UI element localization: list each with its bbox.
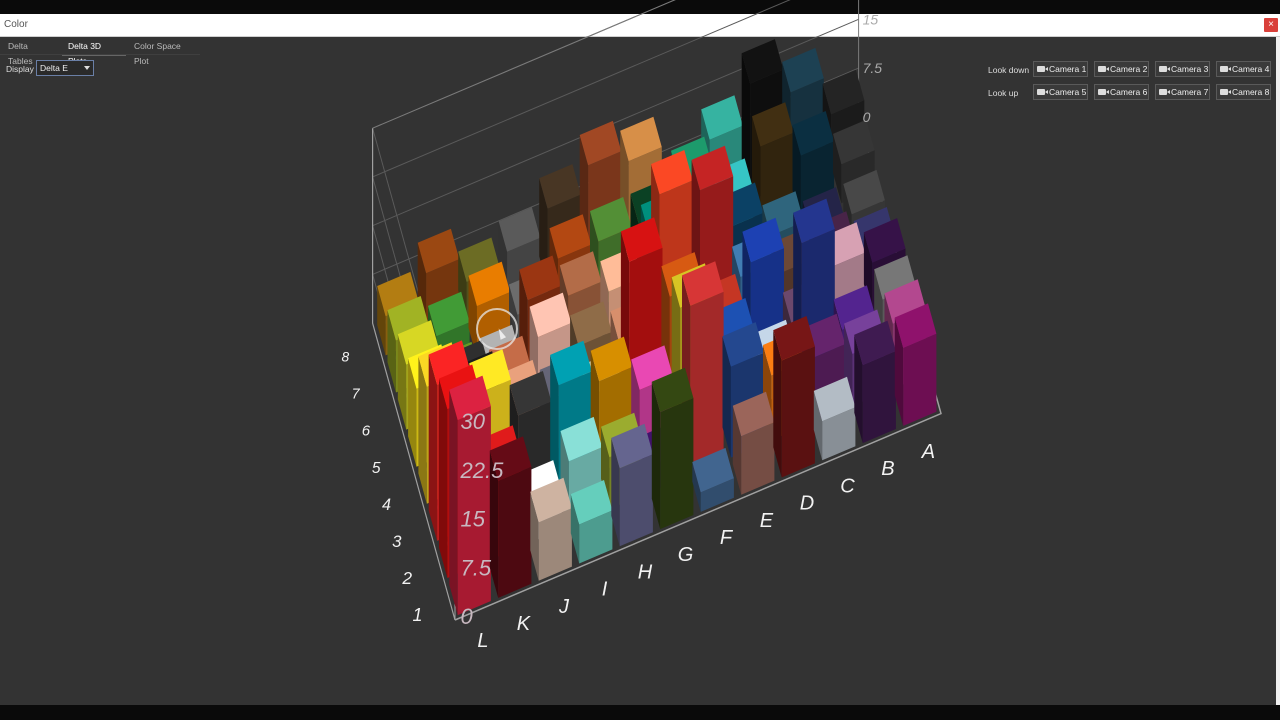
mouse-cursor (476, 308, 518, 350)
x-tick-label: I (602, 579, 608, 601)
x-tick-label: E (760, 510, 774, 532)
chart-bar[interactable] (773, 316, 815, 478)
chart-bar[interactable] (854, 320, 896, 444)
chart-bar[interactable] (611, 423, 653, 547)
bottom-strip (0, 705, 1280, 720)
x-tick-label: L (477, 630, 488, 652)
y-tick-label: 1 (412, 605, 422, 625)
chart-bar[interactable] (813, 376, 856, 461)
x-tick-label: J (558, 596, 570, 618)
bar-front (498, 466, 532, 598)
z-tick-label-back: 7.5 (863, 60, 883, 76)
y-tick-label: 7 (352, 387, 361, 403)
chart-bar[interactable] (651, 367, 694, 530)
z-tick-label-back: 15 (863, 11, 879, 27)
chart-bar[interactable] (732, 391, 775, 495)
x-tick-label: H (638, 561, 653, 583)
z-tick-label: 0 (460, 604, 473, 629)
bar-front (862, 351, 896, 444)
chart-bar[interactable] (530, 477, 572, 581)
y-tick-label: 2 (401, 568, 412, 588)
bar-front (619, 454, 653, 547)
bar-side (439, 378, 448, 578)
chart-bar[interactable] (894, 303, 937, 426)
x-tick-label: K (517, 613, 532, 635)
bar-side (428, 354, 438, 541)
x-tick-label: B (881, 458, 894, 480)
z-tick-label: 30 (460, 409, 485, 434)
z-tick-label: 22.5 (459, 458, 504, 483)
x-tick-label: F (720, 527, 734, 549)
z-tick-label-back: 0 (863, 109, 871, 125)
z-tick-label: 7.5 (460, 555, 491, 580)
delta-3d-bar-plot[interactable]: LKJIHGFEDCBA12345678007.57.5151522.522.5… (0, 0, 1280, 720)
bar-front (903, 333, 937, 426)
x-tick-label: A (921, 441, 935, 463)
bar-side (449, 389, 458, 616)
x-tick-label: G (678, 544, 694, 566)
y-tick-label: 4 (382, 496, 391, 514)
y-tick-label: 3 (392, 532, 402, 551)
z-tick-label: 15 (460, 507, 485, 532)
chart-bar[interactable] (570, 480, 613, 564)
bar-front (660, 398, 694, 530)
y-tick-label: 5 (372, 460, 381, 477)
bar-front (690, 291, 724, 475)
x-tick-label: C (840, 475, 855, 497)
y-tick-label: 8 (342, 350, 350, 365)
x-tick-label: D (800, 493, 814, 515)
bar-front (781, 346, 815, 478)
y-tick-label: 6 (362, 423, 371, 440)
